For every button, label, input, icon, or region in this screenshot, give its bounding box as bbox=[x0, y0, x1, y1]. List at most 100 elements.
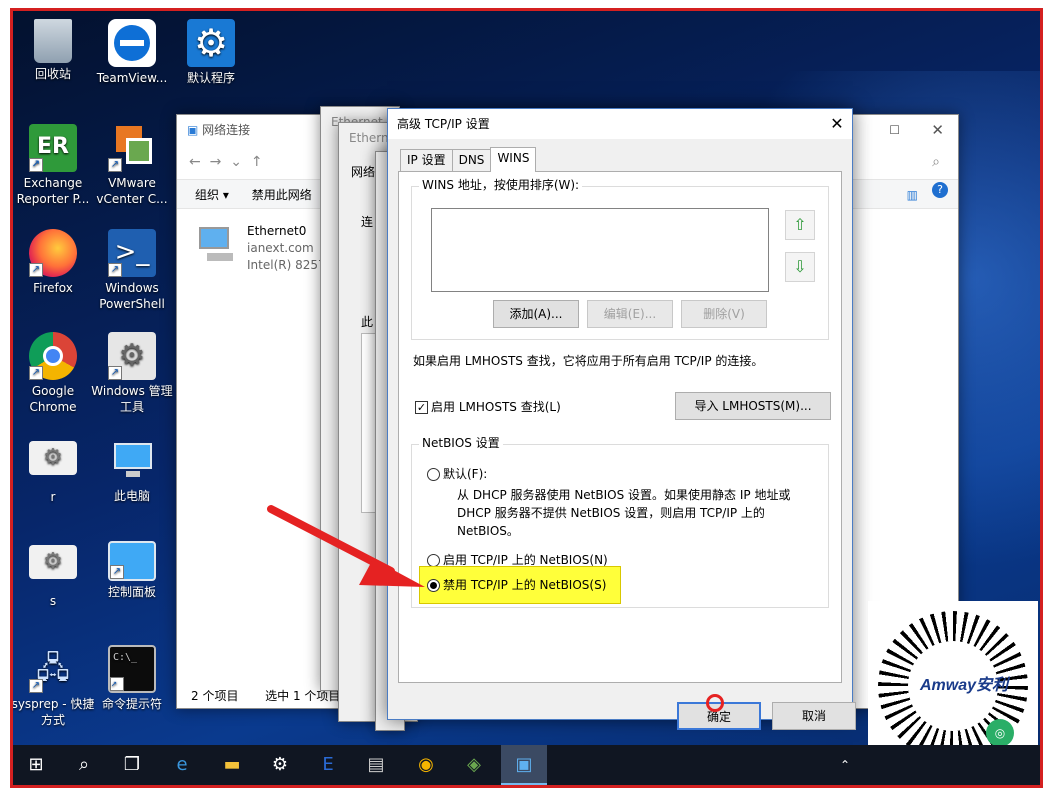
move-down-button[interactable]: ⇩ bbox=[785, 252, 815, 282]
advanced-tcpip-dialog: 高级 TCP/IP 设置 ✕ IP 设置 DNS WINS WINS 地址，按使… bbox=[387, 108, 856, 730]
click-indicator bbox=[706, 694, 724, 712]
edge-icon: e bbox=[176, 754, 188, 775]
taskbar-network-connections[interactable]: ▣ bbox=[501, 745, 547, 785]
taskbar-explorer[interactable]: ▬ bbox=[209, 745, 255, 785]
chrome-icon: ◉ bbox=[418, 754, 434, 775]
back-icon[interactable]: ← bbox=[189, 154, 201, 170]
chrome-icon: ↗ bbox=[29, 332, 77, 380]
search-icon[interactable]: ⌕ bbox=[932, 145, 940, 179]
desktop-icon-chrome[interactable]: ↗ Google Chrome bbox=[13, 332, 96, 415]
edit-button[interactable]: 编辑(E)... bbox=[587, 300, 673, 328]
desktop-icon-control-panel[interactable]: ↗ 控制面板 bbox=[89, 541, 175, 600]
gear-icon: ⚙ bbox=[187, 19, 235, 67]
forward-icon[interactable]: → bbox=[210, 154, 222, 170]
up-icon[interactable]: ↑ bbox=[251, 154, 263, 170]
tab-ip-settings[interactable]: IP 设置 bbox=[400, 149, 453, 171]
search-icon: ⌕ bbox=[78, 754, 90, 775]
vmware-icon: ↗ bbox=[108, 124, 156, 172]
taskbar-admin-tools[interactable]: ▤ bbox=[353, 745, 399, 785]
tab-wins[interactable]: WINS bbox=[490, 147, 537, 172]
lmhosts-note: 如果启用 LMHOSTS 查找，它将应用于所有启用 TCP/IP 的连接。 bbox=[413, 354, 764, 368]
arrow-down-icon: ⇩ bbox=[793, 257, 807, 276]
taskbar-vmware[interactable]: ◈ bbox=[451, 745, 497, 785]
start-button[interactable]: ⊞ bbox=[13, 745, 59, 785]
task-view-icon: ❐ bbox=[123, 754, 141, 775]
delete-button[interactable]: 删除(V) bbox=[681, 300, 767, 328]
help-icon[interactable]: ? bbox=[932, 182, 948, 198]
desktop-icon-default-programs[interactable]: ⚙ 默认程序 bbox=[168, 19, 254, 86]
organize-button[interactable]: 组织 ▾ bbox=[195, 188, 229, 202]
network-icon: 🖧 ↗ bbox=[29, 645, 77, 693]
control-panel-icon: ↗ bbox=[108, 541, 156, 581]
folder-icon: ▬ bbox=[223, 754, 241, 775]
desktop-icon-cmd[interactable]: C:\_ ↗ 命令提示符 bbox=[89, 645, 175, 712]
powershell-icon: >_ ↗ bbox=[108, 229, 156, 277]
taskbar-edge[interactable]: e bbox=[159, 745, 205, 785]
desktop-icon-exchange-reporter[interactable]: ER ↗ Exchange Reporter P... bbox=[13, 124, 96, 207]
cmd-icon: C:\_ ↗ bbox=[108, 645, 156, 693]
desktop-icon-this-pc[interactable]: 此电脑 bbox=[89, 437, 175, 504]
teamviewer-icon bbox=[108, 19, 156, 67]
tab-dns[interactable]: DNS bbox=[451, 149, 492, 171]
import-lmhosts-button[interactable]: 导入 LMHOSTS(M)... bbox=[675, 392, 831, 420]
desktop-icon-powershell[interactable]: >_ ↗ Windows PowerShell bbox=[89, 229, 175, 312]
taskbar: ⊞ ⌕ ❐ e ▬ ⚙ E ▤ ◉ ◈ ▣ ⌃ bbox=[13, 745, 1040, 785]
settings-file-icon: ⚙ bbox=[29, 441, 77, 475]
close-icon[interactable]: ✕ bbox=[822, 109, 852, 139]
radio-disable-label: 禁用 TCP/IP 上的 NetBIOS(S) bbox=[443, 578, 607, 592]
cancel-button[interactable]: 取消 bbox=[772, 702, 856, 730]
admin-tools-icon: ⚙ ↗ bbox=[108, 332, 156, 380]
tab-strip: IP 设置 DNS WINS bbox=[400, 147, 537, 172]
er-icon: ER ↗ bbox=[29, 124, 77, 172]
close-button[interactable]: ✕ bbox=[931, 115, 944, 145]
default-description: NetBIOS。 bbox=[457, 524, 519, 538]
desktop-icon-firefox[interactable]: ↗ Firefox bbox=[13, 229, 96, 296]
dialog-titlebar: 高级 TCP/IP 设置 ✕ bbox=[388, 109, 852, 139]
desktop-icon-r[interactable]: ⚙ r bbox=[13, 441, 96, 505]
taskbar-settings[interactable]: ⚙ bbox=[257, 745, 303, 785]
search-button[interactable]: ⌕ bbox=[61, 745, 107, 785]
radio-default-label: 默认(F): bbox=[443, 467, 488, 481]
desktop-icon-teamviewer[interactable]: TeamView... bbox=[89, 19, 175, 86]
admin-tools-icon: ▤ bbox=[367, 754, 385, 775]
view-pane-icon[interactable]: ▥ bbox=[907, 180, 918, 210]
desktop-icon-recycle-bin[interactable]: 回收站 bbox=[13, 19, 96, 82]
netbios-group-label: NetBIOS 设置 bbox=[419, 436, 503, 450]
move-up-button[interactable]: ⇧ bbox=[785, 210, 815, 240]
wins-address-list[interactable] bbox=[431, 208, 769, 292]
lmhosts-checkbox[interactable]: ✓ bbox=[415, 401, 428, 414]
windows-logo-icon: ⊞ bbox=[28, 754, 44, 775]
task-view-button[interactable]: ❐ bbox=[109, 745, 155, 785]
desktop-icon-admin-tools[interactable]: ⚙ ↗ Windows 管理工具 bbox=[89, 332, 175, 415]
wins-panel: WINS 地址，按使用排序(W): ⇧ ⇩ 添加(A)... 编辑(E)... … bbox=[398, 171, 842, 683]
lmhosts-checkbox-label: 启用 LMHOSTS 查找(L) bbox=[431, 400, 561, 414]
exchange-icon: E bbox=[322, 754, 334, 775]
add-button[interactable]: 添加(A)... bbox=[493, 300, 579, 328]
desktop: 回收站 TeamView... ⚙ 默认程序 ER ↗ Exchange Repo… bbox=[10, 8, 1043, 788]
settings-file-icon: ⚙ bbox=[29, 545, 77, 579]
desktop-icon-vmware[interactable]: ↗ VMware vCenter C... bbox=[89, 124, 175, 207]
maximize-button[interactable]: ☐ bbox=[889, 115, 900, 145]
recycle-bin-icon bbox=[34, 19, 72, 63]
disable-network-button[interactable]: 禁用此网络 bbox=[252, 188, 312, 202]
taskbar-exchange[interactable]: E bbox=[305, 745, 351, 785]
wins-group-label: WINS 地址，按使用排序(W): bbox=[419, 178, 583, 192]
vmware-icon: ◈ bbox=[467, 754, 481, 775]
firefox-icon: ↗ bbox=[29, 229, 77, 277]
arrow-up-icon: ⇧ bbox=[793, 215, 807, 234]
gear-icon: ⚙ bbox=[271, 754, 289, 775]
status-bar: 2 个项目 选中 1 个项目 bbox=[191, 689, 341, 703]
chevron-down-icon[interactable]: ⌄ bbox=[230, 154, 242, 170]
radio-disable-netbios[interactable] bbox=[427, 579, 440, 592]
default-description: DHCP 服务器不提供 NetBIOS 设置，则启用 TCP/IP 上的 bbox=[457, 506, 765, 520]
desktop-icon-sysprep[interactable]: 🖧 ↗ sysprep - 快捷方式 bbox=[13, 645, 96, 728]
taskbar-chrome[interactable]: ◉ bbox=[403, 745, 449, 785]
network-adapter-icon bbox=[195, 225, 237, 265]
network-icon: ▣ bbox=[515, 754, 533, 775]
desktop-icon-s[interactable]: ⚙ s bbox=[13, 545, 96, 609]
radio-default[interactable] bbox=[427, 468, 440, 481]
tray-chevron-icon[interactable]: ⌃ bbox=[840, 745, 850, 785]
wechat-icon: ◎ bbox=[986, 719, 1014, 747]
computer-icon bbox=[108, 437, 156, 485]
network-icon: ▣ bbox=[187, 123, 199, 137]
